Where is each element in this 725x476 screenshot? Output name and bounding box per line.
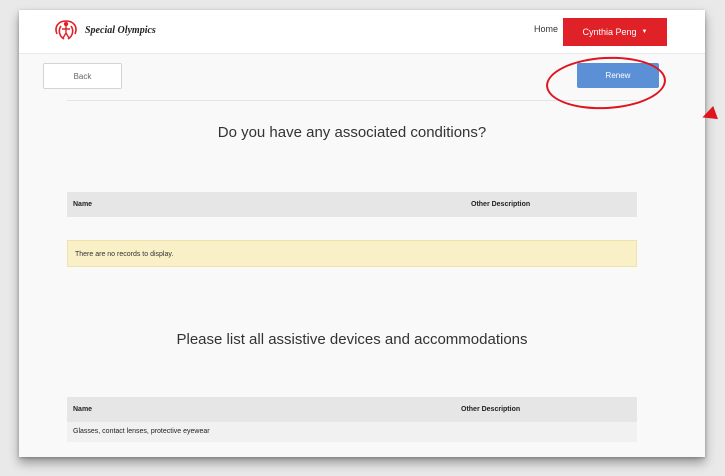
brand-text: Special Olympics (85, 24, 156, 36)
devices-heading: Please list all assistive devices and ac… (176, 331, 528, 348)
special-olympics-logo-icon (55, 20, 77, 40)
devices-table-header: Name Other Description (67, 397, 637, 422)
user-menu-label: Cynthia Peng (582, 27, 637, 37)
column-header-name[interactable]: Name (73, 201, 92, 208)
table-row[interactable]: Glasses, contact lenses, protective eyew… (67, 422, 637, 442)
conditions-heading: Do you have any associated conditions? (217, 124, 487, 141)
column-header-other-description[interactable]: Other Description (471, 201, 530, 208)
top-navbar: Special Olympics Home ▼ Cynthia Peng ▼ (19, 10, 705, 54)
home-menu-label: Home (534, 24, 559, 34)
empty-records-notice: There are no records to display. (67, 240, 637, 267)
user-menu[interactable]: Cynthia Peng ▼ (563, 18, 667, 46)
column-header-other-description[interactable]: Other Description (461, 406, 520, 413)
device-name-cell: Glasses, contact lenses, protective eyew… (73, 428, 210, 435)
column-header-name[interactable]: Name (73, 406, 92, 413)
brand-logo[interactable]: Special Olympics (52, 16, 156, 44)
caret-down-icon: ▼ (641, 29, 648, 35)
divider (67, 100, 637, 101)
conditions-table-header: Name Other Description (67, 192, 637, 217)
back-button[interactable]: Back (43, 63, 122, 89)
